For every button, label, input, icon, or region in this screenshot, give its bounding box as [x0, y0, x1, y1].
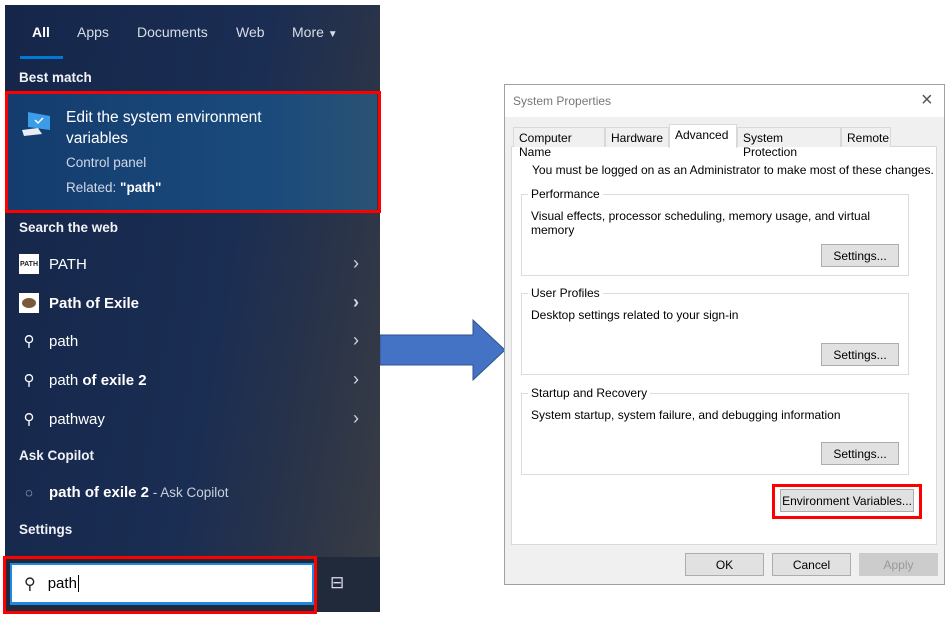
apply-button[interactable]: Apply: [859, 553, 938, 576]
group-description: Desktop settings related to your sign-in: [531, 308, 739, 322]
tab-advanced[interactable]: Advanced: [669, 124, 737, 148]
tab-hardware[interactable]: Hardware: [605, 127, 669, 147]
highlight-best-match: [5, 91, 381, 213]
copilot-suffix: - Ask Copilot: [149, 484, 229, 500]
group-label: Performance: [528, 187, 603, 201]
tab-apps[interactable]: Apps: [77, 24, 109, 40]
group-label: User Profiles: [528, 286, 603, 300]
chevron-right-icon: ›: [353, 408, 359, 428]
search-icon: ⚲: [23, 372, 35, 389]
highlight-env-button: [772, 484, 922, 519]
search-web-heading: Search the web: [19, 220, 119, 235]
best-match-heading: Best match: [19, 70, 92, 85]
highlight-search-box: [3, 556, 317, 614]
group-label: Startup and Recovery: [528, 386, 651, 400]
chevron-right-icon: ›: [353, 330, 359, 350]
tab-more[interactable]: More ▼: [292, 24, 338, 40]
result-label: pathway: [49, 410, 105, 428]
cancel-button[interactable]: Cancel: [772, 553, 851, 576]
settings-heading: Settings: [19, 522, 73, 537]
result-label: PATH: [49, 255, 87, 273]
tab-web[interactable]: Web: [236, 24, 265, 40]
active-tab-indicator: [20, 56, 63, 59]
user-profiles-group: User Profiles Desktop settings related t…: [521, 286, 909, 375]
caret-down-icon: ▼: [327, 29, 338, 40]
performance-settings-button[interactable]: Settings...: [821, 244, 899, 267]
path-logo-icon: PATH: [19, 254, 39, 274]
task-view-icon[interactable]: ⊟: [330, 573, 344, 593]
tab-remote[interactable]: Remote: [841, 127, 891, 147]
system-properties-dialog: System Properties × Computer Name Hardwa…: [504, 84, 945, 585]
search-icon: ⚲: [23, 411, 35, 428]
chevron-right-icon: ›: [353, 292, 359, 312]
path-of-exile-logo-icon: [19, 293, 39, 313]
ok-button[interactable]: OK: [685, 553, 764, 576]
windows-search-panel: All Apps Documents Web More ▼ Best match…: [5, 5, 381, 612]
startup-settings-button[interactable]: Settings...: [821, 442, 899, 465]
result-label: path: [49, 332, 79, 350]
result-label: path: [49, 371, 79, 389]
user-profiles-settings-button[interactable]: Settings...: [821, 343, 899, 366]
search-icon: ⚲: [23, 333, 35, 350]
web-result-path[interactable]: PATH PATH ›: [19, 249, 359, 279]
chat-icon: ◌: [25, 484, 33, 500]
close-icon[interactable]: ×: [921, 89, 933, 112]
copilot-result[interactable]: ◌ path of exile 2 - Ask Copilot: [19, 477, 359, 507]
tab-more-label: More: [292, 24, 324, 40]
web-result-path-of-exile[interactable]: Path of Exile ›: [19, 288, 359, 318]
performance-group: Performance Visual effects, processor sc…: [521, 187, 909, 276]
tab-all[interactable]: All: [32, 24, 50, 40]
tab-documents[interactable]: Documents: [137, 24, 208, 40]
chevron-right-icon: ›: [353, 369, 359, 389]
copilot-query: path of exile 2: [49, 483, 150, 501]
tab-system-protection[interactable]: System Protection: [737, 127, 841, 159]
result-label: Path of Exile: [49, 294, 140, 312]
dialog-title: System Properties: [513, 94, 612, 108]
arrow-icon: [380, 318, 506, 382]
group-description: Visual effects, processor scheduling, me…: [531, 209, 871, 237]
startup-recovery-group: Startup and Recovery System startup, sys…: [521, 386, 909, 475]
ask-copilot-heading: Ask Copilot: [19, 448, 95, 463]
chevron-right-icon: ›: [353, 253, 359, 273]
tab-computer-name[interactable]: Computer Name: [513, 127, 605, 159]
group-description: System startup, system failure, and debu…: [531, 408, 841, 422]
web-result-path-query[interactable]: ⚲ path ›: [19, 326, 360, 356]
web-result-pathway[interactable]: ⚲ pathway ›: [19, 404, 360, 434]
result-label-bold: of exile 2: [78, 371, 147, 389]
web-result-path-of-exile-2[interactable]: ⚲ path of exile 2 ›: [19, 365, 360, 395]
admin-note: You must be logged on as an Administrato…: [532, 163, 934, 177]
